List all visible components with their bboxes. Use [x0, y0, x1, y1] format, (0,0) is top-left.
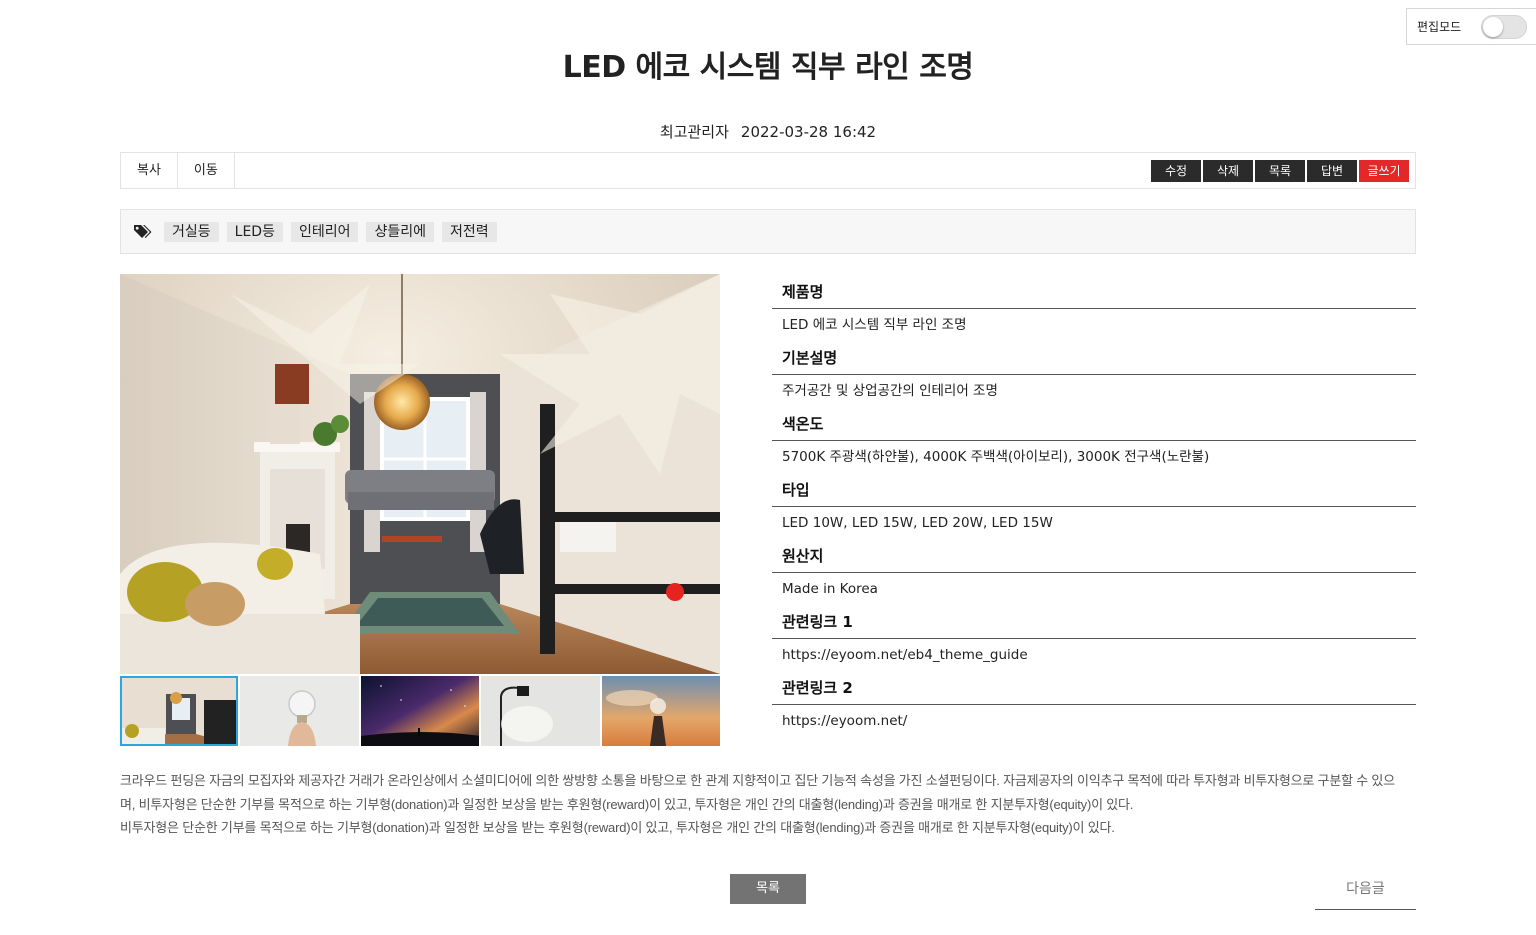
- post-meta: 최고관리자 2022-03-28 16:42: [0, 121, 1536, 142]
- tag-bar: 거실등 LED등 인테리어 샹들리에 저전력: [120, 209, 1416, 254]
- write-button[interactable]: 글쓰기: [1359, 160, 1409, 182]
- toggle-knob: [1483, 17, 1503, 37]
- info-label: 관련링크 1: [772, 606, 1416, 639]
- post-datetime: 2022-03-28 16:42: [740, 123, 877, 141]
- list-button[interactable]: 목록: [730, 874, 806, 904]
- related-link-1[interactable]: https://eyoom.net/eb4_theme_guide: [772, 639, 1416, 672]
- info-label: 제품명: [772, 276, 1416, 309]
- post-toolbar: 복사 이동 수정 삭제 목록 답변 글쓰기: [120, 152, 1416, 189]
- thumbnail-light-bulb[interactable]: [240, 676, 359, 746]
- info-value: 주거공간 및 상업공간의 인테리어 조명: [782, 383, 998, 399]
- info-label: 타입: [772, 474, 1416, 507]
- light-bulb-hand-thumb: [240, 676, 359, 746]
- product-info-table: 제품명 LED 에코 시스템 직부 라인 조명 기본설명 주거공간 및 상업공간…: [772, 276, 1416, 738]
- reply-button[interactable]: 답변: [1307, 160, 1357, 182]
- edit-mode-label: 편집모드: [1417, 20, 1462, 34]
- edit-mode-toggle[interactable]: [1481, 15, 1527, 39]
- post-title: LED 에코 시스템 직부 라인 조명: [562, 50, 974, 85]
- living-room-photo: [120, 274, 720, 674]
- list-top-button[interactable]: 목록: [1255, 160, 1305, 182]
- info-row-color-temp: 색온도 5700K 주광색(하얀불), 4000K 주백색(아이보리), 300…: [772, 408, 1416, 474]
- main-product-image[interactable]: [120, 274, 720, 674]
- info-row-link-1: 관련링크 1 https://eyoom.net/eb4_theme_guide: [772, 606, 1416, 672]
- info-label: 원산지: [772, 540, 1416, 573]
- info-row-link-2: 관련링크 2 https://eyoom.net/: [772, 672, 1416, 738]
- thumbnail-floor-lamp[interactable]: [481, 676, 600, 746]
- info-value: Made in Korea: [782, 581, 878, 597]
- info-value: LED 에코 시스템 직부 라인 조명: [782, 317, 967, 333]
- edit-mode-panel: 편집모드: [1406, 8, 1536, 45]
- info-value: LED 10W, LED 15W, LED 20W, LED 15W: [782, 515, 1053, 531]
- info-row-description: 기본설명 주거공간 및 상업공간의 인테리어 조명: [772, 342, 1416, 408]
- copy-button[interactable]: 복사: [121, 153, 178, 188]
- info-row-product-name: 제품명 LED 에코 시스템 직부 라인 조명: [772, 276, 1416, 342]
- starry-sky-thumb: [360, 676, 480, 746]
- info-label: 관련링크 2: [772, 672, 1416, 705]
- admin-tools: 복사 이동: [121, 153, 235, 188]
- thumbnail-starry-sky[interactable]: [360, 676, 480, 746]
- thumbnail-living-room[interactable]: [120, 676, 239, 746]
- body-paragraph: 크라우드 펀딩은 자금의 모집자와 제공자간 거래가 온라인상에서 소셜미디어에…: [120, 773, 1395, 812]
- tag-item[interactable]: 샹들리에: [366, 221, 435, 242]
- next-post-link[interactable]: 다음글: [1315, 868, 1416, 910]
- sunset-bulb-thumb: [601, 676, 721, 746]
- tag-item[interactable]: 인테리어: [290, 221, 359, 242]
- post-actions: 수정 삭제 목록 답변 글쓰기: [1149, 160, 1409, 182]
- info-value: 5700K 주광색(하얀불), 4000K 주백색(아이보리), 3000K 전…: [782, 449, 1210, 465]
- tag-item[interactable]: LED등: [226, 221, 283, 242]
- info-label: 기본설명: [772, 342, 1416, 375]
- thumbnail-sunset-bulb[interactable]: [601, 676, 721, 746]
- info-row-type: 타입 LED 10W, LED 15W, LED 20W, LED 15W: [772, 474, 1416, 540]
- tags-icon: [134, 224, 152, 238]
- body-paragraph: 비투자형은 단순한 기부를 목적으로 하는 기부형(donation)과 일정한…: [120, 820, 1115, 835]
- info-row-origin: 원산지 Made in Korea: [772, 540, 1416, 606]
- move-button[interactable]: 이동: [178, 153, 235, 188]
- living-room-thumb: [120, 676, 239, 746]
- info-label: 색온도: [772, 408, 1416, 441]
- floor-lamp-thumb: [481, 676, 600, 746]
- edit-button[interactable]: 수정: [1151, 160, 1201, 182]
- thumbnail-strip: [120, 676, 721, 746]
- tag-item[interactable]: 저전력: [442, 221, 497, 242]
- post-author[interactable]: 최고관리자: [660, 123, 729, 141]
- related-link-2[interactable]: https://eyoom.net/: [772, 705, 1416, 738]
- tag-item[interactable]: 거실등: [164, 221, 219, 242]
- delete-button[interactable]: 삭제: [1203, 160, 1253, 182]
- post-body: 크라우드 펀딩은 자금의 모집자와 제공자간 거래가 온라인상에서 소셜미디어에…: [120, 769, 1410, 840]
